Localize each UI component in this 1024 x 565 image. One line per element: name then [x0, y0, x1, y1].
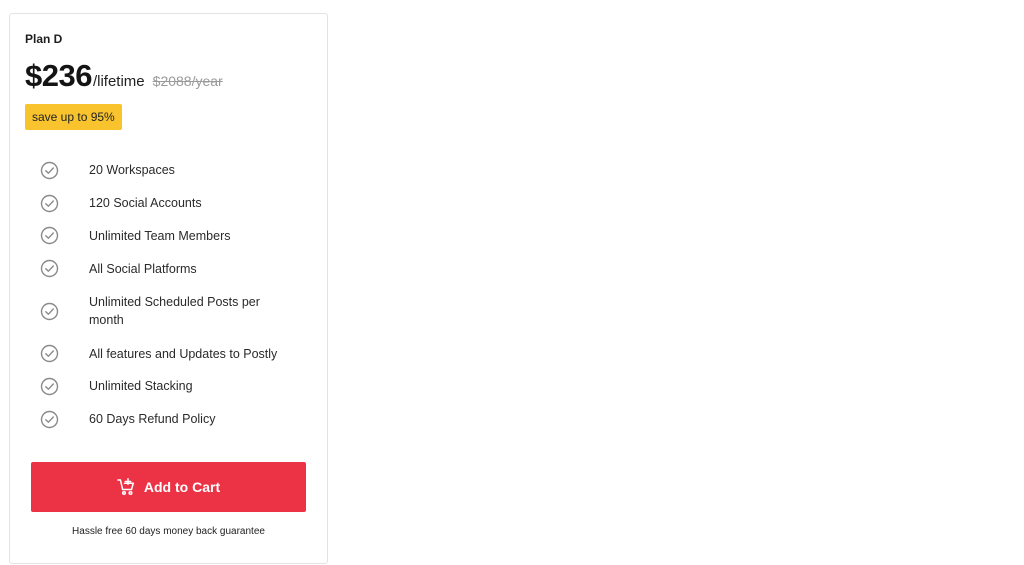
price-row: $236 /lifetime $2088/year	[25, 58, 223, 94]
check-circle-icon	[40, 226, 59, 245]
guarantee-note: Hassle free 60 days money back guarantee	[72, 526, 265, 537]
check-circle-icon	[40, 344, 59, 363]
pricing-card: Plan D $236 /lifetime $2088/year save up…	[9, 13, 328, 564]
cart-icon	[117, 478, 135, 496]
add-to-cart-button[interactable]: Add to Cart	[31, 462, 306, 512]
feature-item: 60 Days Refund Policy	[10, 403, 327, 436]
feature-label: Unlimited Stacking	[89, 379, 193, 394]
feature-item: Unlimited Team Members	[10, 220, 327, 253]
feature-label: All Social Platforms	[89, 261, 197, 276]
feature-label: 20 Workspaces	[89, 163, 175, 178]
feature-label: 120 Social Accounts	[89, 196, 202, 211]
old-price: $2088/year	[152, 73, 223, 89]
save-badge: save up to 95%	[25, 104, 122, 130]
check-circle-icon	[40, 410, 59, 429]
price-period: /lifetime	[92, 73, 145, 90]
check-circle-icon	[40, 194, 59, 213]
feature-label: Unlimited Scheduled Posts per month	[89, 295, 260, 328]
check-circle-icon	[40, 161, 59, 180]
feature-item: 20 Workspaces	[10, 154, 327, 187]
plan-name: Plan D	[25, 32, 63, 46]
add-to-cart-label: Add to Cart	[143, 479, 221, 495]
price: $236	[25, 58, 92, 93]
feature-label: All features and Updates to Postly	[89, 346, 278, 361]
feature-item: Unlimited Scheduled Posts per month	[10, 285, 327, 337]
feature-item: All Social Platforms	[10, 252, 327, 285]
check-circle-icon	[40, 302, 59, 321]
feature-list: 20 Workspaces 120 Social Accounts Unlimi…	[10, 154, 327, 436]
feature-label: 60 Days Refund Policy	[89, 412, 216, 427]
feature-item: Unlimited Stacking	[10, 370, 327, 403]
check-circle-icon	[40, 377, 59, 396]
feature-item: 120 Social Accounts	[10, 187, 327, 220]
check-circle-icon	[40, 259, 59, 278]
feature-item: All features and Updates to Postly	[10, 337, 327, 370]
feature-label: Unlimited Team Members	[89, 228, 231, 243]
